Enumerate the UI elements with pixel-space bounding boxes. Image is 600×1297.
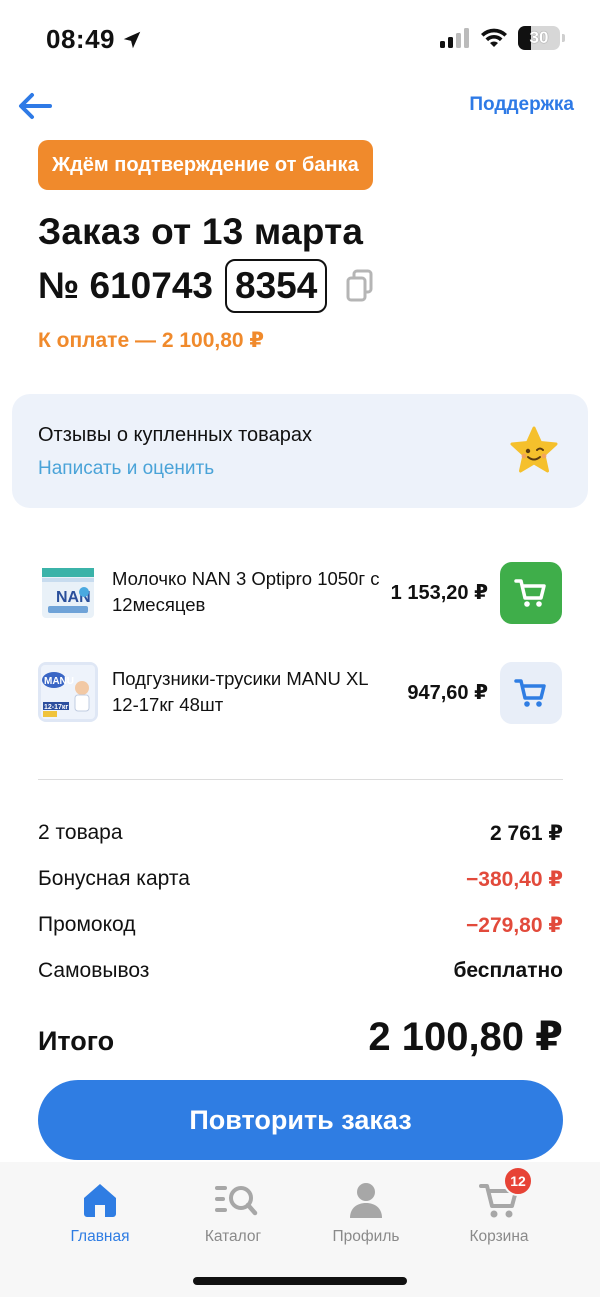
repeat-order-button[interactable]: Повторить заказ (38, 1080, 563, 1160)
divider (38, 779, 563, 780)
add-to-cart-button[interactable] (500, 662, 562, 724)
reviews-title: Отзывы о купленных товарах (38, 424, 312, 446)
order-code: 8354 (225, 259, 328, 313)
status-bar: 08:49 30 (0, 0, 600, 80)
copy-button[interactable] (345, 269, 375, 303)
promo-code-value: −279,80 ₽ (466, 913, 563, 937)
back-button[interactable] (14, 88, 54, 124)
write-review-link[interactable]: Написать и оценить (38, 458, 214, 480)
summary-items-row: 2 товара 2 761 ₽ (38, 818, 563, 848)
svg-text:MANU: MANU (44, 676, 74, 687)
copy-icon (346, 269, 373, 302)
cart-icon (514, 679, 546, 707)
cart-icon (514, 579, 546, 607)
cart-badge: 12 (503, 1166, 533, 1196)
summary-bonus-row: Бонусная карта −380,40 ₽ (38, 864, 563, 894)
tab-profile[interactable]: Профиль (311, 1180, 421, 1250)
battery-icon: 30 (518, 26, 565, 50)
tab-catalog-label: Каталог (204, 1228, 262, 1245)
support-link[interactable]: Поддержка (469, 94, 574, 116)
clock-text: 08:49 (46, 24, 115, 54)
tab-home[interactable]: Главная (45, 1180, 155, 1250)
tab-cart[interactable]: 12 Корзина (444, 1166, 554, 1250)
order-title: Заказ от 13 марта (38, 211, 364, 252)
signal-icon (440, 28, 469, 48)
product-image-manu: MANU 12-17кг (38, 662, 98, 722)
milk-can-image: NAN (38, 562, 98, 622)
tab-profile-label: Профиль (332, 1228, 400, 1245)
bonus-card-value: −380,40 ₽ (466, 867, 563, 891)
promo-code-label: Промокод (38, 913, 136, 936)
tab-home-label: Главная (70, 1228, 130, 1245)
diapers-pack-image: MANU 12-17кг (38, 662, 98, 722)
home-icon (84, 1184, 116, 1217)
product-item[interactable]: MANU 12-17кг Подгузники-трусики MANU XL … (0, 658, 600, 728)
total-row: Итого 2 100,80 ₽ (38, 1014, 563, 1060)
bonus-card-label: Бонусная карта (38, 867, 190, 890)
status-indicators: 30 (440, 26, 565, 50)
items-total-value: 2 761 ₽ (490, 821, 563, 845)
items-count-label: 2 товара (38, 821, 123, 844)
summary-delivery-row: Самовывоз бесплатно (38, 956, 563, 986)
tab-cart-label: Корзина (469, 1228, 529, 1245)
tab-catalog[interactable]: Каталог (178, 1180, 288, 1250)
wifi-icon (481, 28, 507, 47)
total-label: Итого (38, 1026, 115, 1056)
product-image-nan: NAN (38, 562, 98, 622)
svg-text:12-17кг: 12-17кг (44, 704, 68, 711)
delivery-value: бесплатно (453, 959, 563, 982)
order-number-prefix: № 610743 (38, 265, 213, 306)
order-number: № 610743 8354 (38, 258, 375, 314)
status-time: 08:49 (46, 24, 143, 55)
catalog-search-icon (215, 1186, 258, 1216)
product-price: 947,60 ₽ (407, 682, 488, 704)
location-arrow-icon (123, 31, 141, 48)
product-item[interactable]: NAN Молочко NAN 3 Optipro 1050г с 12меся… (0, 558, 600, 628)
amount-to-pay: К оплате — 2 100,80 ₽ (38, 329, 265, 352)
product-name[interactable]: Молочко NAN 3 Optipro 1050г с 12месяцев (112, 566, 387, 618)
arrow-left-icon (19, 93, 52, 119)
product-price: 1 153,20 ₽ (390, 582, 488, 604)
battery-level: 30 (529, 28, 549, 47)
order-status-badge: Ждём подтверждение от банка (38, 140, 373, 190)
total-value: 2 100,80 ₽ (368, 1015, 563, 1059)
smiling-star-icon (510, 426, 558, 473)
add-to-cart-button[interactable] (500, 562, 562, 624)
profile-icon (350, 1183, 382, 1218)
home-indicator (193, 1277, 407, 1285)
product-name[interactable]: Подгузники-трусики MANU XL 12-17кг 48шт (112, 666, 387, 718)
delivery-label: Самовывоз (38, 959, 150, 982)
summary-promo-row: Промокод −279,80 ₽ (38, 910, 563, 940)
reviews-card[interactable]: Отзывы о купленных товарах Написать и оц… (12, 394, 588, 508)
